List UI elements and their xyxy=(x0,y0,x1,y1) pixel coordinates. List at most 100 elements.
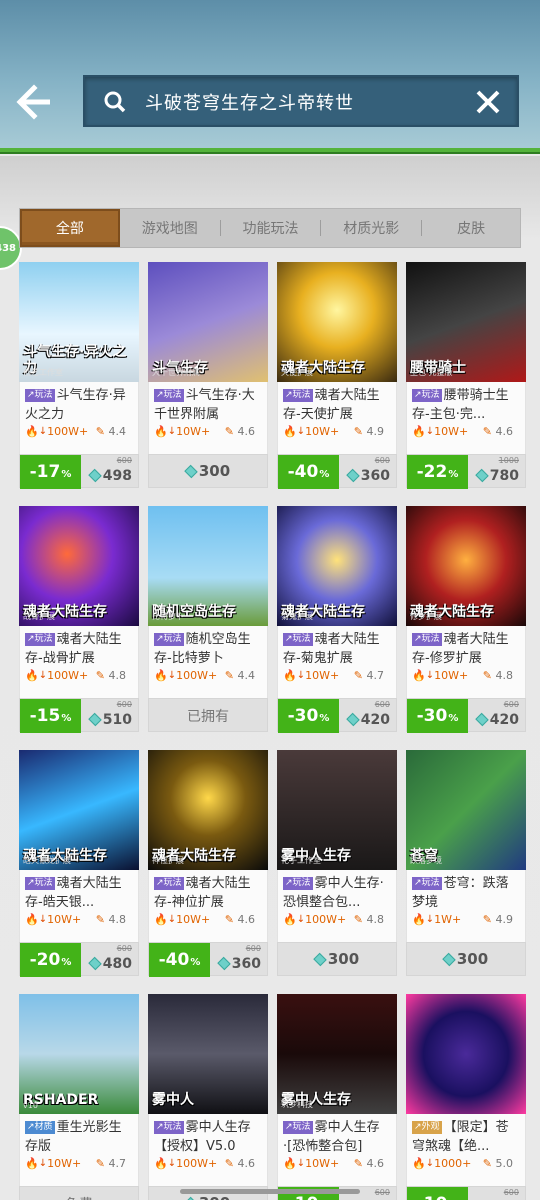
rating: ✎ 4.6 xyxy=(482,425,513,438)
price-row[interactable]: 免费 xyxy=(19,1186,139,1200)
price-row[interactable]: 300 xyxy=(148,454,268,488)
item-title[interactable]: ↗玩法 斗气生存·异火之力 xyxy=(25,386,134,424)
star-icon: ✎ xyxy=(482,669,492,682)
item-thumbnail[interactable]: 魂者大陆生存 皓天银龙扩展 xyxy=(19,750,139,870)
download-count: 10W+ xyxy=(176,913,211,926)
item-thumbnail[interactable]: 魂者大陆生存 天使扩展 xyxy=(277,262,397,382)
item-meta: 🔥 ↓ 100W+ ✎ 4.8 xyxy=(283,913,392,926)
price-row[interactable]: -20% 600 480 xyxy=(19,942,139,977)
item-title[interactable]: ↗玩法 雾中人生存【授权】V5.0 xyxy=(154,1118,263,1156)
item-thumbnail[interactable]: 魂者大陆生存 神位扩展 xyxy=(148,750,268,870)
diamond-icon xyxy=(88,956,102,971)
item-card[interactable]: 雾中人 ↗玩法雾中人生存【授权】V5.0 🔥↓ 100W+ ✎ 4.6 300 xyxy=(148,994,268,1200)
item-meta: 🔥 ↓ 100W+ ✎ 4.4 xyxy=(154,669,263,682)
item-card[interactable]: 雾中人生存 筑梦科技 ↗玩法 雾中人生存·[恐怖整合包] 🔥 ↓ 10W+ ✎ 4.… xyxy=(277,994,397,1200)
item-thumbnail[interactable]: 苍穹 跌落梦境 xyxy=(406,750,526,870)
item-thumbnail[interactable]: 雾中人 xyxy=(148,994,268,1114)
price: 780 xyxy=(475,468,519,484)
category-tag: ↗玩法 xyxy=(283,1121,313,1134)
item-thumbnail[interactable]: 斗气生存 大千世界附属 xyxy=(148,262,268,382)
item-thumbnail[interactable]: 随机空岛生存 比特萝卜 xyxy=(148,506,268,626)
price-row[interactable]: -10% 600 540 xyxy=(406,1186,526,1200)
original-price: 600 xyxy=(503,700,519,709)
item-card[interactable]: 腰带骑士 主包·完整版 ↗玩法 腰带骑士生存-主包·完... 🔥 ↓ 10W+ ✎ … xyxy=(406,262,526,489)
item-card[interactable]: 魂者大陆生存 天使扩展 ↗玩法 魂者大陆生存-天使扩展 🔥 ↓ 10W+ ✎ 4.9… xyxy=(277,262,397,489)
item-thumbnail[interactable] xyxy=(406,994,526,1114)
item-thumbnail[interactable]: 腰带骑士 主包·完整版 xyxy=(406,262,526,382)
item-title[interactable]: ↗玩法 魂者大陆生存-皓天银... xyxy=(25,874,134,912)
item-title[interactable]: ↗玩法 随机空岛生存-比特萝卜 xyxy=(154,630,263,668)
diamond-icon xyxy=(184,464,198,479)
item-card[interactable]: 随机空岛生存 比特萝卜 ↗玩法 随机空岛生存-比特萝卜 🔥 ↓ 100W+ ✎ 4.… xyxy=(148,506,268,732)
item-thumbnail[interactable]: 斗气生存·异火之力 创艺工作室 xyxy=(19,262,139,382)
down-arrow-icon: ↓ xyxy=(425,1158,435,1169)
price-row[interactable]: -15% 600 510 xyxy=(19,698,139,733)
price-row[interactable]: -40% 600 360 xyxy=(148,942,268,977)
item-title[interactable]: ↗玩法 雾中人生存·恐惧整合包... xyxy=(283,874,392,912)
item-card[interactable]: 斗气生存 大千世界附属 ↗玩法 斗气生存·大千世界附属 🔥 ↓ 10W+ ✎ 4.6… xyxy=(148,262,268,488)
item-meta: 🔥 ↓ 10W+ ✎ 4.8 xyxy=(412,669,521,682)
fire-icon: 🔥 xyxy=(154,425,168,438)
item-title[interactable]: ↗玩法 魂者大陆生存-修罗扩展 xyxy=(412,630,521,668)
tab-skins[interactable]: 皮肤 xyxy=(422,209,520,247)
item-card[interactable]: 斗气生存·异火之力 创艺工作室 ↗玩法 斗气生存·异火之力 🔥 ↓ 100W+ ✎ … xyxy=(19,262,139,489)
item-card[interactable]: 苍穹 跌落梦境 ↗玩法 苍穹：跌落梦境 🔥 ↓ 1W+ ✎ 4.9 300 xyxy=(406,750,526,976)
item-card[interactable]: RSHADER v10 ↗材质重生光影生存版 🔥↓ 10W+ ✎ 4.7 免费 xyxy=(19,994,139,1200)
item-thumbnail[interactable]: 魂者大陆生存 菊鬼扩展 xyxy=(277,506,397,626)
item-thumbnail[interactable]: 魂者大陆生存 修罗扩展 xyxy=(406,506,526,626)
rating: ✎ 4.8 xyxy=(95,669,126,682)
tab-all[interactable]: 全部 xyxy=(20,209,120,247)
download-count: 100W+ xyxy=(176,669,218,682)
clear-search-button[interactable] xyxy=(475,89,501,115)
item-title[interactable]: ↗玩法 魂者大陆生存-神位扩展 xyxy=(154,874,263,912)
tab-gameplay[interactable]: 功能玩法 xyxy=(221,209,321,247)
item-meta: 🔥 ↓ 100W+ ✎ 4.6 xyxy=(154,1157,263,1170)
item-info: ↗玩法 斗气生存·大千世界附属 🔥 ↓ 10W+ ✎ 4.6 xyxy=(148,382,268,454)
owned-label: 免费 xyxy=(20,1194,138,1200)
item-title[interactable]: ↗玩法 魂者大陆生存-天使扩展 xyxy=(283,386,392,424)
search-bar[interactable]: 斗破苍穹生存之斗帝转世 xyxy=(83,75,519,127)
price-row[interactable]: -17% 600 498 xyxy=(19,454,139,489)
item-card[interactable]: 魂者大陆生存 神位扩展 ↗玩法 魂者大陆生存-神位扩展 🔥 ↓ 10W+ ✎ 4.6… xyxy=(148,750,268,977)
item-title[interactable]: ↗玩法 斗气生存·大千世界附属 xyxy=(154,386,263,424)
item-title[interactable]: ↗玩法 腰带骑士生存-主包·完... xyxy=(412,386,521,424)
item-card[interactable]: 魂者大陆生存 战骨扩展 ↗玩法 魂者大陆生存-战骨扩展 🔥 ↓ 100W+ ✎ 4.… xyxy=(19,506,139,733)
tab-maps[interactable]: 游戏地图 xyxy=(120,209,220,247)
price-row[interactable]: 300 xyxy=(277,942,397,976)
item-title[interactable]: ↗材质 重生光影生存版 xyxy=(25,1118,134,1156)
down-arrow-icon: ↓ xyxy=(296,914,306,925)
category-tag: ↗外观 xyxy=(412,1121,442,1134)
item-info: ↗玩法 雾中人生存·恐惧整合包... 🔥 ↓ 100W+ ✎ 4.8 xyxy=(277,870,397,942)
trend-arrow-icon: ↗ xyxy=(285,634,293,644)
fire-icon: 🔥 xyxy=(412,1157,426,1170)
item-info: ↗玩法 魂者大陆生存-战骨扩展 🔥 ↓ 100W+ ✎ 4.8 xyxy=(19,626,139,698)
star-icon: ✎ xyxy=(353,669,363,682)
item-card[interactable]: 魂者大陆生存 皓天银龙扩展 ↗玩法 魂者大陆生存-皓天银... 🔥 ↓ 10W+ ✎… xyxy=(19,750,139,977)
item-title[interactable]: ↗玩法 魂者大陆生存-战骨扩展 xyxy=(25,630,134,668)
item-card[interactable]: 雾中人生存 花子工作室 ↗玩法 雾中人生存·恐惧整合包... 🔥 ↓ 100W+ ✎… xyxy=(277,750,397,976)
item-thumbnail[interactable]: 雾中人生存 花子工作室 xyxy=(277,750,397,870)
item-title[interactable]: ↗玩法 苍穹：跌落梦境 xyxy=(412,874,521,912)
item-title[interactable]: ↗玩法 雾中人生存·[恐怖整合包] xyxy=(283,1118,392,1156)
item-title[interactable]: ↗玩法 魂者大陆生存-菊鬼扩展 xyxy=(283,630,392,668)
home-indicator[interactable] xyxy=(180,1189,360,1194)
item-card[interactable]: ↗外观【限定】苍穹煞魂【绝... 🔥↓ 1000+ ✎ 5.0 -10% 600… xyxy=(406,994,526,1200)
price-row[interactable]: -30% 600 420 xyxy=(277,698,397,733)
price-row[interactable]: 300 xyxy=(406,942,526,976)
results-area[interactable]: 438 全部 游戏地图 功能玩法 材质光影 皮肤 斗气生存·异火之力 创艺工作室… xyxy=(0,156,540,1200)
tab-texture[interactable]: 材质光影 xyxy=(321,209,421,247)
price-row[interactable]: 已拥有 xyxy=(148,698,268,732)
item-thumbnail[interactable]: 雾中人生存 筑梦科技 xyxy=(277,994,397,1114)
search-input[interactable]: 斗破苍穹生存之斗帝转世 xyxy=(145,89,354,115)
thumbnail-subtitle: 创艺工作室 xyxy=(23,368,63,377)
price-row[interactable]: -40% 600 360 xyxy=(277,454,397,489)
item-card[interactable]: 魂者大陆生存 菊鬼扩展 ↗玩法 魂者大陆生存-菊鬼扩展 🔥 ↓ 10W+ ✎ 4.7… xyxy=(277,506,397,733)
price-row[interactable]: -22% 1000 780 xyxy=(406,454,526,489)
download-count: 100W+ xyxy=(176,1157,218,1170)
item-thumbnail[interactable]: 魂者大陆生存 战骨扩展 xyxy=(19,506,139,626)
back-button[interactable] xyxy=(14,84,56,120)
item-thumbnail[interactable]: RSHADER v10 xyxy=(19,994,139,1114)
price-row[interactable]: -30% 600 420 xyxy=(406,698,526,733)
item-card[interactable]: 魂者大陆生存 修罗扩展 ↗玩法 魂者大陆生存-修罗扩展 🔥 ↓ 10W+ ✎ 4.8… xyxy=(406,506,526,733)
item-title[interactable]: ↗外观 【限定】苍穹煞魂【绝... xyxy=(412,1118,521,1156)
